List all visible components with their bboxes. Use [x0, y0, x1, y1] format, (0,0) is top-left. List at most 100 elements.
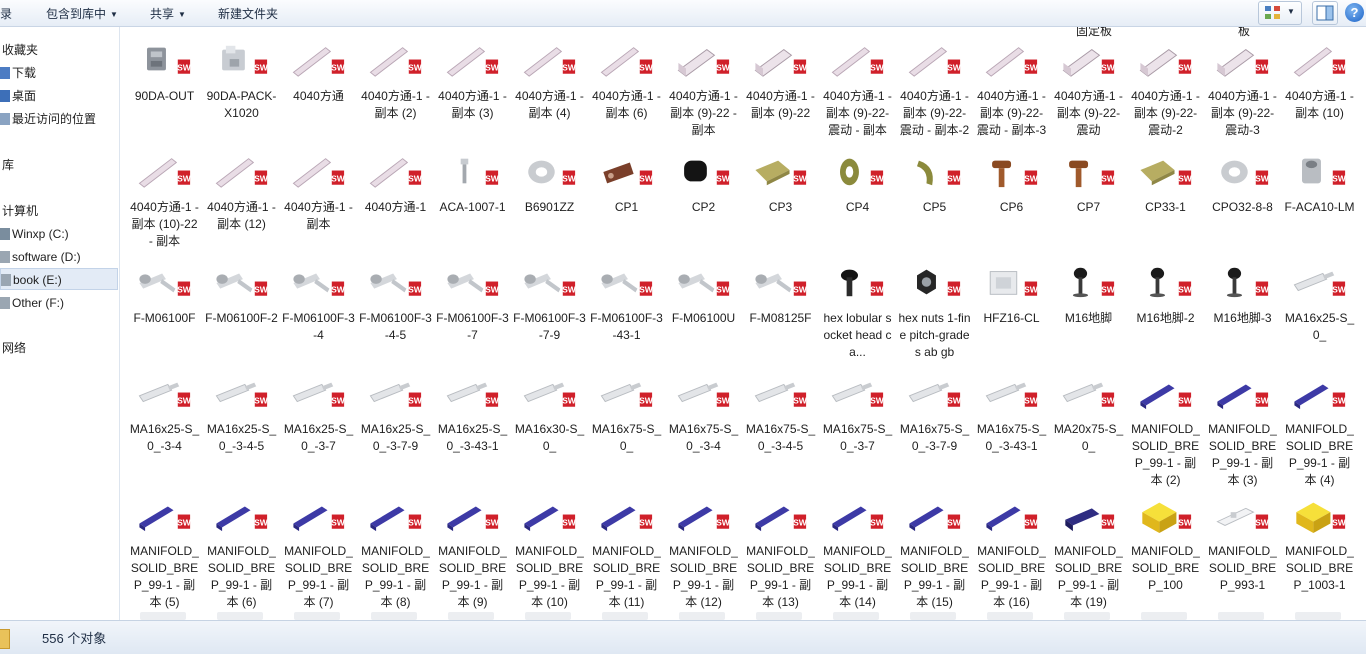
file-item[interactable]: SW MANIFOLD_SOLID_BREP_100	[1127, 497, 1204, 594]
new-folder-button[interactable]: 新建文件夹	[218, 5, 278, 22]
view-options-button[interactable]: ▼	[1258, 1, 1302, 25]
file-item[interactable]: SW MA16x75-S_0_-3-4-5	[742, 375, 819, 455]
file-item[interactable]: SW 4040方通-1 - 副本 (9)-22-震动-2	[1127, 42, 1204, 139]
file-item[interactable]: SW M16地脚-2	[1127, 264, 1204, 327]
help-icon[interactable]: ?	[1345, 3, 1364, 22]
file-item[interactable]: SW 4040方通-1 - 副本 (10)	[1281, 42, 1358, 122]
file-item[interactable]: SW F-M06100F-3-7-9	[511, 264, 588, 344]
libraries-header[interactable]: 库	[2, 154, 120, 176]
file-item[interactable]: SW CP2	[665, 153, 742, 216]
file-item[interactable]: SW F-ACA10-LM	[1281, 153, 1358, 216]
file-item[interactable]: SW MA16x25-S_0_-3-43-1	[434, 375, 511, 455]
file-item[interactable]: SW CP7	[1050, 153, 1127, 216]
file-item[interactable]: SW MA16x75-S_0_-3-7-9	[896, 375, 973, 455]
sidebar-item-desktop[interactable]: 桌面	[0, 85, 118, 107]
sidebar-item-drive-e[interactable]: book (E:)	[0, 268, 118, 290]
file-item[interactable]: SW MANIFOLD_SOLID_BREP_993-1	[1204, 497, 1281, 594]
file-item[interactable]: SW MA16x25-S_0_-3-4-5	[203, 375, 280, 455]
file-item[interactable]: SW MA16x30-S_0_	[511, 375, 588, 455]
file-item[interactable]: SW MA16x25-S_0_-3-4	[126, 375, 203, 455]
computer-header[interactable]: 计算机	[2, 200, 120, 222]
file-item[interactable]: SW CP33-1	[1127, 153, 1204, 216]
file-item[interactable]: SW hex lobular socket head ca...	[819, 264, 896, 361]
file-item[interactable]: SW 4040方通-1 - 副本 (9)-22-震动	[1050, 42, 1127, 139]
file-item[interactable]: SW 4040方通-1 - 副本 (10)-22 - 副本	[126, 153, 203, 250]
file-item[interactable]: SW MANIFOLD_SOLID_BREP_1003-1	[1281, 497, 1358, 594]
file-item[interactable]: SW MANIFOLD_SOLID_BREP_99-1 - 副本 (3)	[1204, 375, 1281, 489]
file-item[interactable]: SW 4040方通-1 - 副本 (9)-22-震动 - 副本	[819, 42, 896, 139]
file-item[interactable]: SW CP5	[896, 153, 973, 216]
file-item[interactable]: SW F-M06100F-3-4-5	[357, 264, 434, 344]
file-item[interactable]: SW MA16x25-S_0_-3-7-9	[357, 375, 434, 455]
file-item[interactable]: SW CPO32-8-8	[1204, 153, 1281, 216]
file-item[interactable]: SW 4040方通-1	[357, 153, 434, 216]
sidebar-item-recent[interactable]: 最近访问的位置	[0, 108, 118, 130]
file-item[interactable]: SW MANIFOLD_SOLID_BREP_99-1 - 副本 (12)	[665, 497, 742, 611]
file-item[interactable]: SW 4040方通-1 - 副本 (12)	[203, 153, 280, 233]
sidebar-item-drive-f[interactable]: Other (F:)	[0, 292, 118, 314]
file-item[interactable]: SW F-M06100F-3-7	[434, 264, 511, 344]
file-item[interactable]: SW CP1	[588, 153, 665, 216]
file-item[interactable]: SW F-M06100F-3-4	[280, 264, 357, 344]
file-item[interactable]: SW MANIFOLD_SOLID_BREP_99-1 - 副本 (4)	[1281, 375, 1358, 489]
file-item[interactable]: SW CP6	[973, 153, 1050, 216]
file-item[interactable]: SW MANIFOLD_SOLID_BREP_99-1 - 副本 (10)	[511, 497, 588, 611]
file-item[interactable]: SW MA16x75-S_0_	[588, 375, 665, 455]
file-item[interactable]: SW hex nuts 1-fine pitch-grades ab gb	[896, 264, 973, 361]
sidebar-item-drive-c[interactable]: Winxp (C:)	[0, 223, 118, 245]
file-item[interactable]: SW 4040方通-1 - 副本 (4)	[511, 42, 588, 122]
file-item[interactable]: SW 4040方通-1 - 副本 (6)	[588, 42, 665, 122]
file-item[interactable]: SW M16地脚-3	[1204, 264, 1281, 327]
file-item[interactable]: SW MA16x75-S_0_-3-4	[665, 375, 742, 455]
file-item[interactable]: SW 4040方通-1 - 副本 (9)-22-震动-3	[1204, 42, 1281, 139]
file-item[interactable]: SW 90DA-PACK-X1020	[203, 42, 280, 122]
file-item[interactable]: SW F-M06100F-3-43-1	[588, 264, 665, 344]
file-item[interactable]: SW 4040方通-1 - 副本 (9)-22 - 副本	[665, 42, 742, 139]
file-item[interactable]: SW CP4	[819, 153, 896, 216]
organize-menu-partial[interactable]: 录	[0, 5, 12, 22]
file-item[interactable]: SW 4040方通-1 - 副本 (9)-22-震动 - 副本-3	[973, 42, 1050, 139]
file-item[interactable]: SW MANIFOLD_SOLID_BREP_99-1 - 副本 (6)	[203, 497, 280, 611]
file-item[interactable]: SW MANIFOLD_SOLID_BREP_99-1 - 副本 (7)	[280, 497, 357, 611]
network-header[interactable]: 网络	[2, 337, 120, 359]
file-item[interactable]: SW MA20x75-S_0_	[1050, 375, 1127, 455]
file-item[interactable]: SW MANIFOLD_SOLID_BREP_99-1 - 副本 (9)	[434, 497, 511, 611]
file-item[interactable]: SW 4040方通-1 - 副本 (3)	[434, 42, 511, 122]
file-item[interactable]: SW MANIFOLD_SOLID_BREP_99-1 - 副本 (5)	[126, 497, 203, 611]
file-item[interactable]: SW MA16x25-S_0_-3-7	[280, 375, 357, 455]
file-item[interactable]: SW 4040方通-1 - 副本 (9)-22-震动 - 副本-2	[896, 42, 973, 139]
file-item[interactable]: SW MA16x75-S_0_-3-43-1	[973, 375, 1050, 455]
file-item[interactable]: SW M16地脚	[1050, 264, 1127, 327]
favorites-header[interactable]: 收藏夹	[2, 39, 120, 61]
sidebar-item-downloads[interactable]: 下载	[0, 62, 118, 84]
sidebar-item-drive-d[interactable]: software (D:)	[0, 246, 118, 268]
file-item[interactable]: SW MANIFOLD_SOLID_BREP_99-1 - 副本 (13)	[742, 497, 819, 611]
file-item[interactable]: SW HFZ16-CL	[973, 264, 1050, 327]
file-item[interactable]: SW MANIFOLD_SOLID_BREP_99-1 - 副本 (8)	[357, 497, 434, 611]
file-item[interactable]: SW MA16x75-S_0_-3-7	[819, 375, 896, 455]
file-item[interactable]: SW F-M06100U	[665, 264, 742, 327]
file-item[interactable]: SW 4040方通-1 - 副本 (9)-22	[742, 42, 819, 122]
solidworks-file-icon: SW	[286, 42, 352, 78]
file-item[interactable]: SW MANIFOLD_SOLID_BREP_99-1 - 副本 (11)	[588, 497, 665, 611]
file-item[interactable]: SW CP3	[742, 153, 819, 216]
include-library-button[interactable]: 包含到库中 ▼	[46, 5, 118, 22]
file-name: CP1	[614, 200, 639, 214]
file-item[interactable]: SW MANIFOLD_SOLID_BREP_99-1 - 副本 (15)	[896, 497, 973, 611]
preview-pane-button[interactable]	[1312, 1, 1338, 25]
file-item[interactable]: SW MANIFOLD_SOLID_BREP_99-1 - 副本 (2)	[1127, 375, 1204, 489]
file-item[interactable]: SW MANIFOLD_SOLID_BREP_99-1 - 副本 (19)	[1050, 497, 1127, 611]
file-item[interactable]: SW 90DA-OUT	[126, 42, 203, 105]
file-item[interactable]: SW MANIFOLD_SOLID_BREP_99-1 - 副本 (14)	[819, 497, 896, 611]
file-item[interactable]: SW 4040方通-1 - 副本	[280, 153, 357, 233]
share-button[interactable]: 共享 ▼	[150, 5, 186, 22]
file-item[interactable]: SW F-M08125F	[742, 264, 819, 327]
file-item[interactable]: SW B6901ZZ	[511, 153, 588, 216]
file-item[interactable]: SW 4040方通-1 - 副本 (2)	[357, 42, 434, 122]
file-item[interactable]: SW ACA-1007-1	[434, 153, 511, 216]
file-item[interactable]: SW MA16x25-S_0_	[1281, 264, 1358, 344]
file-item[interactable]: SW 4040方通	[280, 42, 357, 105]
file-item[interactable]: SW MANIFOLD_SOLID_BREP_99-1 - 副本 (16)	[973, 497, 1050, 611]
file-item[interactable]: SW F-M06100F	[126, 264, 203, 327]
file-item[interactable]: SW F-M06100F-2	[203, 264, 280, 327]
